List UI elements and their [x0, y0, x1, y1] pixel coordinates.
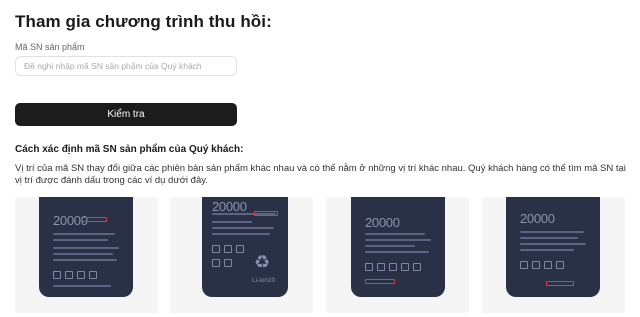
- example-image-1: 20000: [15, 197, 158, 313]
- certification-icon: [532, 261, 540, 269]
- certification-icon: [65, 271, 73, 279]
- certification-icon: [556, 261, 564, 269]
- fine-print: [53, 259, 117, 261]
- certification-icon: [224, 245, 232, 253]
- sn-highlight: [254, 211, 278, 216]
- fine-print: [365, 233, 425, 235]
- page-title: Tham gia chương trình thu hồi:: [15, 12, 272, 31]
- fine-print: [53, 233, 115, 235]
- certification-icon: [212, 245, 220, 253]
- sn-examples: 20000 20000 ♻ Li-ion20 20000 20000: [15, 197, 625, 313]
- powerbank-device: 20000: [506, 197, 600, 297]
- sn-highlight: [546, 281, 574, 286]
- certification-icon: [365, 263, 373, 271]
- certification-icon: [212, 259, 220, 267]
- certification-icon: [224, 259, 232, 267]
- sn-highlight: [81, 217, 107, 222]
- section-description: Vị trí của mã SN thay đổi giữa các phiên…: [15, 163, 626, 186]
- certification-icon: [236, 245, 244, 253]
- fine-print: [520, 249, 574, 251]
- example-image-3: 20000: [326, 197, 469, 313]
- fine-print: [520, 231, 584, 233]
- fine-print: [53, 239, 108, 241]
- certification-icon: [520, 261, 528, 269]
- certification-icon: [53, 271, 61, 279]
- section-heading: Cách xác định mã SN sản phẩm của Quý khá…: [15, 144, 244, 155]
- check-button[interactable]: Kiểm tra: [15, 103, 237, 126]
- fine-print: [365, 251, 429, 253]
- certification-icon: [401, 263, 409, 271]
- powerbank-device: 20000: [351, 197, 445, 297]
- liion-label: Li-ion20: [252, 277, 276, 284]
- sn-field-label: Mã SN sản phẩm: [15, 42, 85, 52]
- fine-print: [212, 233, 270, 235]
- certification-icon: [77, 271, 85, 279]
- fine-print: [212, 227, 274, 229]
- certification-icon: [89, 271, 97, 279]
- capacity-label: 20000: [212, 199, 247, 214]
- fine-print: [520, 243, 586, 245]
- fine-print: [365, 239, 431, 241]
- powerbank-device: 20000: [39, 197, 133, 297]
- certification-icon: [544, 261, 552, 269]
- fine-print: [53, 253, 113, 255]
- recycle-icon: ♻: [254, 252, 271, 272]
- certification-icon: [413, 263, 421, 271]
- certification-icon: [389, 263, 397, 271]
- sn-input[interactable]: [15, 56, 237, 76]
- capacity-label: 20000: [365, 215, 400, 230]
- example-image-2: 20000 ♻ Li-ion20: [170, 197, 313, 313]
- certification-icon: [377, 263, 385, 271]
- fine-print: [365, 245, 415, 247]
- fine-print: [53, 247, 119, 249]
- example-image-4: 20000: [482, 197, 625, 313]
- fine-print: [53, 285, 111, 287]
- sn-highlight: [365, 279, 395, 284]
- powerbank-device: 20000 ♻ Li-ion20: [202, 197, 288, 297]
- fine-print: [520, 237, 578, 239]
- fine-print: [212, 221, 252, 223]
- capacity-label: 20000: [520, 211, 555, 226]
